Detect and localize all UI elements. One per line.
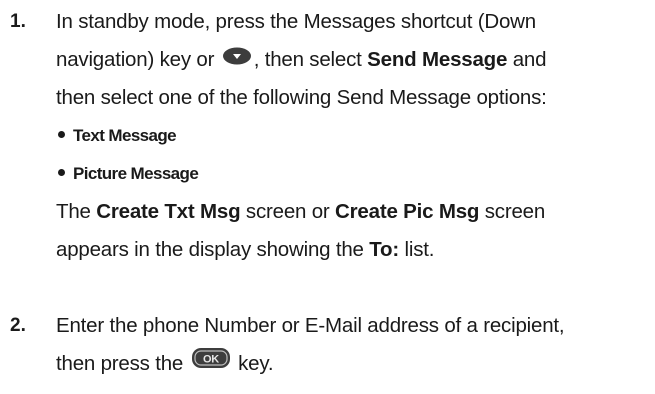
instruction-line: then press the OK key. [56,347,655,385]
instruction-line: navigation) key or , then select Send Me… [56,43,655,81]
option-list-item: Picture Message [56,157,655,195]
step-body: In standby mode, press the Messages shor… [56,5,655,271]
option-list-item: Text Message [56,119,655,157]
ok-key-label: OK [203,353,219,365]
bullet-icon [58,169,65,177]
instruction-line: then select one of the following Send Me… [56,86,547,109]
create-pic-msg-term: Create Pic Msg [335,200,480,223]
create-txt-msg-term: Create Txt Msg [96,200,241,223]
step-number: 2. [10,315,26,336]
instruction-line: The Create Txt Msg screen or Create Pic … [56,200,546,223]
instruction-page: 1. In standby mode, press the Messages s… [0,0,655,394]
step-number: 1. [10,11,26,32]
to-term: To: [369,238,399,261]
send-message-term: Send Message [367,48,508,71]
instruction-line: appears in the display showing the To: l… [56,238,435,261]
instruction-line: In standby mode, press the Messages shor… [56,10,536,33]
step-body: Enter the phone Number or E-Mail address… [56,309,655,385]
bullet-icon [58,131,65,139]
ok-key-icon: OK [191,346,231,380]
down-navigation-key-icon [222,42,252,76]
instruction-line: Enter the phone Number or E-Mail address… [56,314,565,337]
